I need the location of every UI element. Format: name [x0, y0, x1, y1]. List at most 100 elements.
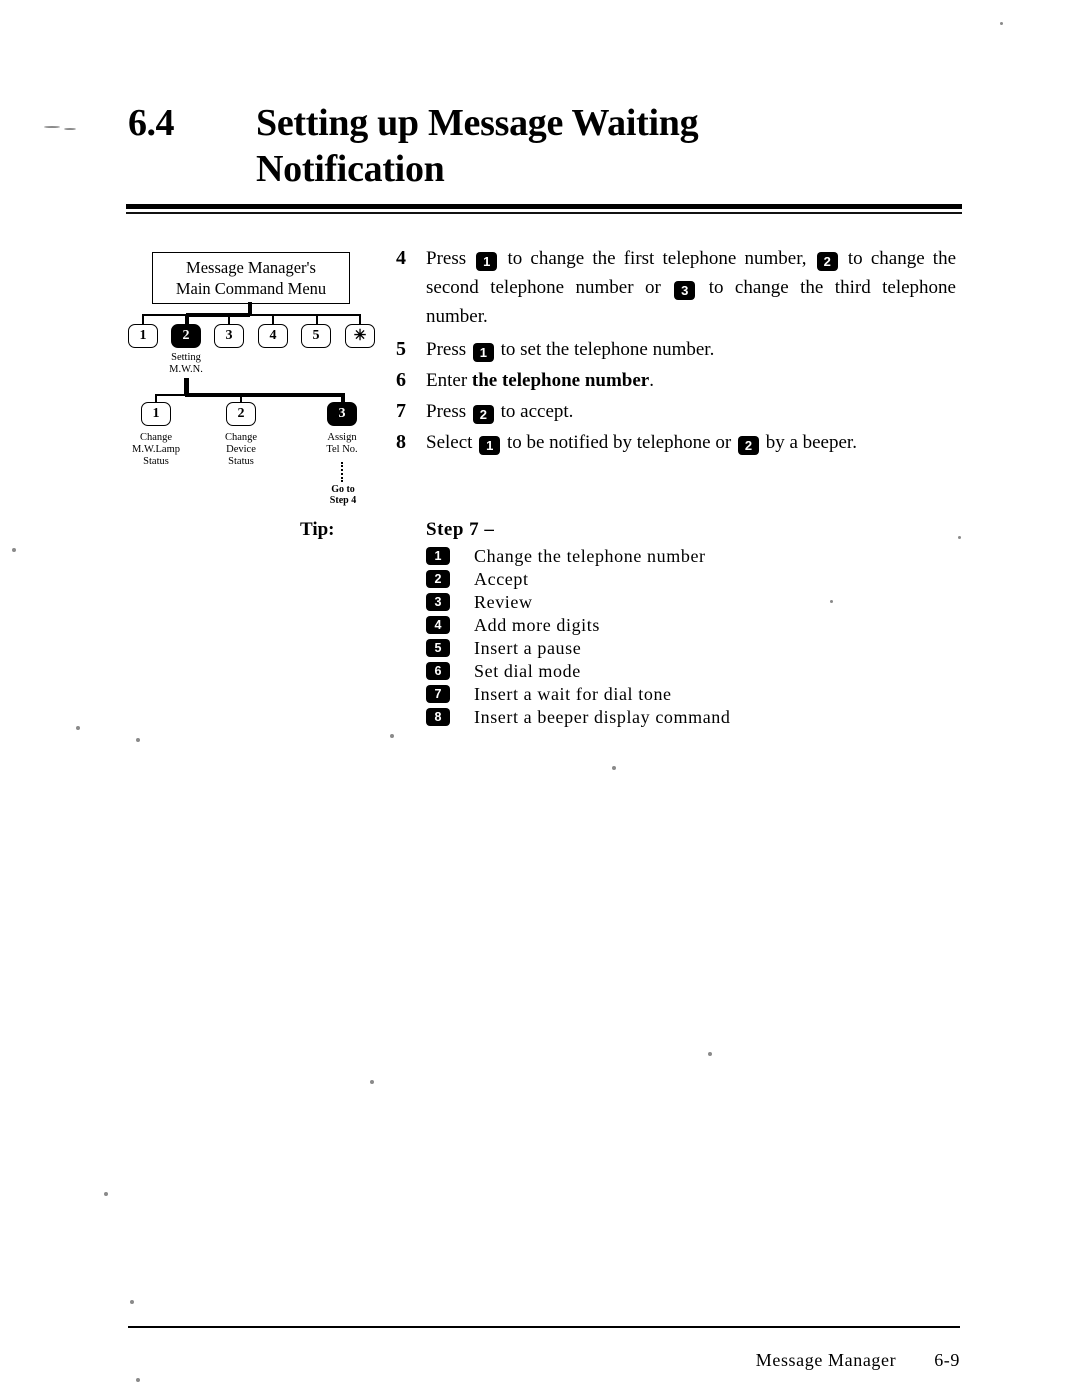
level2-key-row: 1 2 3 [128, 402, 378, 428]
flow-key-4[interactable]: 4 [258, 324, 288, 348]
inline-key-2: 2 [737, 436, 759, 455]
step-6-text: Enter the telephone number. [426, 370, 654, 391]
step-8: 8 Select 1 to be notified by telephone o… [396, 428, 956, 457]
connector-bus-1-emphasis [186, 313, 250, 317]
label2-2-line3: Status [228, 456, 254, 467]
tip-list-item: 7 Insert a wait for dial tone [426, 682, 856, 705]
scan-speckle [136, 1378, 140, 1382]
tip-item-label: Add more digits [474, 614, 600, 635]
flow-key-2-label: Setting M.W.N. [146, 352, 226, 376]
flow-key-1-level2-label: Change M.W.Lamp Status [116, 432, 196, 468]
step-4: 4 Press 1 to change the first telephone … [396, 244, 956, 331]
flow-key-assign-tel-no-selected[interactable]: 3 [327, 402, 357, 426]
scan-speckle [12, 548, 16, 552]
scan-speckle [390, 734, 394, 738]
document-page: 6.4 Setting up Message Waiting Notificat… [0, 0, 1080, 1399]
tip-list-item: 8 Insert a beeper display command [426, 705, 856, 728]
step-7-text: Press 2 to accept. [426, 401, 574, 424]
flow-key-3[interactable]: 3 [214, 324, 244, 348]
tip-list-item: 1 Change the telephone number [426, 544, 856, 567]
goto-step4-note: Go to Step 4 [304, 484, 382, 506]
scan-speckle [64, 128, 76, 130]
title-divider [126, 204, 962, 214]
tip-item-label: Change the telephone number [474, 545, 706, 566]
tip-item-label: Review [474, 591, 533, 612]
flow-key-2-label-line1: Setting [171, 352, 201, 363]
tip-item-label: Accept [474, 568, 529, 589]
scan-speckle [708, 1052, 712, 1056]
menu-box-line2: Main Command Menu [175, 279, 327, 298]
scan-speckle [104, 1192, 108, 1196]
connector-dotted-to-step4 [341, 462, 343, 482]
tip-key-badge-4: 4 [426, 615, 450, 634]
step-6: 6 Enter the telephone number. [396, 366, 956, 395]
tip-key-badge-6: 6 [426, 661, 450, 680]
tip-key-badge-2: 2 [426, 569, 450, 588]
inline-key-3: 3 [674, 281, 696, 300]
label2-2-line2: Device [226, 444, 256, 455]
section-number: 6.4 [128, 102, 175, 144]
flow-key-2-level2-label: Change Device Status [201, 432, 281, 468]
level1-key-row: 1 2 3 4 5 ✳ [128, 324, 378, 350]
tip-item-label: Set dial mode [474, 660, 581, 681]
scan-speckle [76, 726, 80, 730]
menu-box-line1: Message Manager's [186, 258, 316, 277]
main-command-menu-box: Message Manager's Main Command Menu [152, 252, 350, 304]
tip-list-item: 5 Insert a pause [426, 636, 856, 659]
scan-speckle [136, 738, 140, 742]
flow-key-1[interactable]: 1 [128, 324, 158, 348]
flow-key-5[interactable]: 5 [301, 324, 331, 348]
flow-key-2-label-line2: M.W.N. [169, 364, 203, 375]
emphasis-text: the telephone number [471, 370, 650, 391]
inline-key-2: 2 [816, 252, 838, 271]
tip-key-badge-8: 8 [426, 707, 450, 726]
step-5-number: 5 [396, 338, 406, 360]
inline-key-1: 1 [476, 252, 498, 271]
label2-1-line3: Status [143, 456, 169, 467]
label2-3-line1: Assign [327, 432, 357, 443]
connector-bus-1 [142, 314, 360, 316]
section-title-line1: Setting up Message Waiting [256, 102, 699, 144]
tip-item-label: Insert a wait for dial tone [474, 683, 672, 704]
procedure-steps: 4 Press 1 to change the first telephone … [396, 244, 956, 459]
tip-key-badge-3: 3 [426, 592, 450, 611]
flow-key-change-device[interactable]: 2 [226, 402, 256, 426]
step-8-text: Select 1 to be notified by telephone or … [426, 432, 857, 455]
tip-item-label: Insert a pause [474, 637, 582, 658]
flow-key-asterisk[interactable]: ✳ [345, 324, 375, 348]
scan-speckle [370, 1080, 374, 1084]
scan-speckle [612, 766, 616, 770]
footer-page-number: 6-9 [934, 1350, 960, 1370]
step-5-text: Press 1 to set the telephone number. [426, 339, 715, 362]
tip-key-badge-5: 5 [426, 638, 450, 657]
label2-3-line2: Tel No. [326, 444, 358, 455]
tip-label: Tip: [300, 519, 335, 540]
goto-note-line2: Step 4 [329, 495, 357, 506]
flow-key-3-level2-label: Assign Tel No. [302, 432, 382, 456]
section-title-line2: Notification [256, 148, 445, 190]
step-6-number: 6 [396, 369, 406, 391]
connector-bus-2-emphasis [185, 393, 345, 397]
label2-1-line1: Change [139, 432, 173, 443]
section-heading: 6.4 Setting up Message Waiting Notificat… [128, 100, 968, 192]
tip-list-item: 3 Review [426, 590, 856, 613]
footer-document-name: Message Manager [755, 1350, 897, 1370]
tip-option-list: 1 Change the telephone number 2 Accept 3 Revi… [426, 544, 856, 728]
inline-key-2: 2 [472, 405, 494, 424]
step-4-number: 4 [396, 247, 406, 269]
tip-list-item: 2 Accept [426, 567, 856, 590]
scan-speckle [130, 1300, 134, 1304]
tip-list-item: 4 Add more digits [426, 613, 856, 636]
flow-key-change-mw-lamp[interactable]: 1 [141, 402, 171, 426]
menu-flowchart: Message Manager's Main Command Menu 1 2 … [128, 246, 378, 516]
scan-speckle [830, 600, 833, 603]
flow-key-2-selected[interactable]: 2 [171, 324, 201, 348]
step-5: 5 Press 1 to set the telephone number. [396, 335, 956, 364]
scan-speckle [44, 126, 60, 128]
inline-key-1: 1 [479, 436, 501, 455]
scan-speckle [1000, 22, 1003, 25]
inline-key-1: 1 [472, 343, 494, 362]
step-7-number: 7 [396, 400, 406, 422]
tip-heading: Step 7 – [426, 519, 495, 540]
step-8-number: 8 [396, 431, 406, 453]
